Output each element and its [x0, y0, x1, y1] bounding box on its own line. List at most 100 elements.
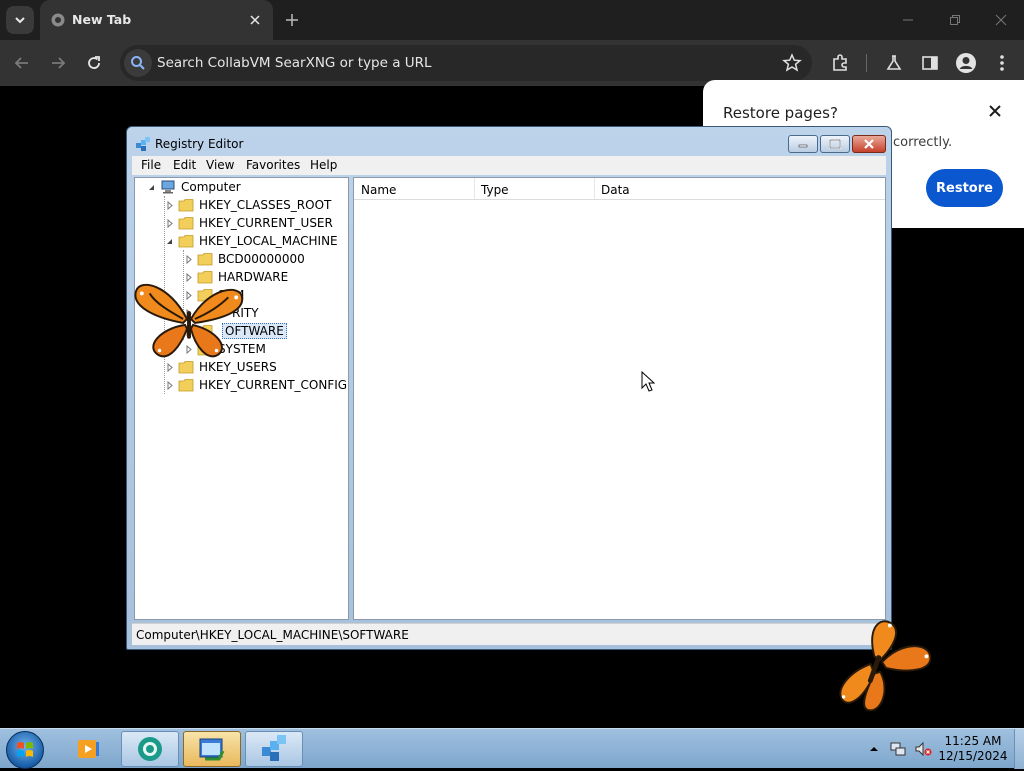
restore-title: Restore pages? [723, 104, 838, 122]
expand-arrow-icon[interactable] [165, 362, 174, 372]
arrow-right-icon [52, 57, 66, 69]
tree-item-hku[interactable]: HKEY_USERS [165, 358, 277, 376]
column-divider[interactable] [594, 178, 595, 199]
menu-edit[interactable]: Edit [173, 158, 196, 172]
avatar-icon [956, 53, 976, 73]
address-bar[interactable]: Search CollabVM SearXNG or type a URL [120, 45, 812, 81]
regedit-close-button[interactable] [852, 135, 886, 153]
tree-item-hkcu[interactable]: HKEY_CURRENT_USER [165, 214, 333, 232]
menu-view[interactable]: View [206, 158, 234, 172]
clock-date: 12/15/2024 [938, 749, 1008, 763]
menu-favorites[interactable]: Favorites [246, 158, 300, 172]
minimize-icon [903, 19, 913, 21]
restore-icon [950, 15, 960, 25]
taskbar-app-teal[interactable] [121, 731, 179, 767]
maximize-icon [829, 139, 841, 149]
side-panel-button[interactable] [916, 49, 944, 77]
taskbar-media-player[interactable] [58, 731, 118, 767]
show-hidden-icons-icon[interactable] [868, 740, 880, 758]
tab-search-button[interactable] [6, 6, 34, 34]
menu-bar: File Edit View Favorites Help [132, 156, 886, 175]
tree-item-hklm[interactable]: HKEY_LOCAL_MACHINE [165, 232, 338, 250]
tree-item-hkcc[interactable]: HKEY_CURRENT_CONFIG [165, 376, 347, 394]
forward-button[interactable] [44, 49, 72, 77]
close-icon [864, 139, 874, 149]
folder-icon [178, 199, 194, 212]
minimize-icon [798, 144, 808, 148]
folder-icon [178, 361, 194, 374]
volume-muted-icon[interactable] [914, 740, 932, 758]
column-header-type[interactable]: Type [481, 183, 509, 197]
folder-open-icon [178, 235, 194, 248]
butterfly-icon [134, 283, 244, 358]
more-vert-icon [1000, 55, 1004, 71]
tab-title: New Tab [72, 12, 132, 27]
system-clock[interactable]: 11:25 AM 12/15/2024 [938, 734, 1008, 764]
expand-arrow-icon[interactable] [165, 200, 174, 210]
extensions-button[interactable] [826, 49, 854, 77]
expand-arrow-icon[interactable] [184, 254, 193, 264]
reload-icon [88, 56, 100, 69]
folder-icon [178, 379, 194, 392]
tree-label: HKEY_LOCAL_MACHINE [199, 234, 338, 248]
plus-icon [286, 14, 298, 26]
expand-arrow-icon[interactable] [165, 380, 174, 390]
status-bar: Computer\HKEY_LOCAL_MACHINE\SOFTWARE [132, 623, 886, 645]
collapse-arrow-icon[interactable] [147, 183, 156, 192]
search-icon [124, 49, 152, 77]
network-icon[interactable] [889, 740, 907, 758]
regedit-icon [136, 137, 150, 151]
start-button[interactable] [6, 731, 44, 769]
registry-editor-window: Registry Editor File Edit View Favorites… [126, 126, 892, 650]
back-button[interactable] [8, 49, 36, 77]
taskbar-registry-editor[interactable] [245, 731, 303, 767]
butterfly-icon [839, 620, 932, 712]
menu-file[interactable]: File [141, 158, 161, 172]
regedit-minimize-button[interactable] [788, 135, 818, 153]
tab-new-tab[interactable]: New Tab [40, 0, 273, 40]
browser-tabstrip: New Tab [0, 0, 1024, 40]
tree-label: HKEY_CLASSES_ROOT [199, 198, 332, 212]
windows-logo-icon [17, 742, 33, 757]
reload-button[interactable] [80, 49, 108, 77]
column-header-name[interactable]: Name [361, 183, 396, 197]
restore-button[interactable]: Restore [926, 169, 1003, 207]
close-icon [995, 14, 1007, 26]
window-close-button[interactable] [981, 6, 1021, 34]
close-icon [250, 15, 260, 25]
new-tab-button[interactable] [280, 8, 304, 32]
folder-icon [178, 217, 194, 230]
tab-close-button[interactable] [245, 10, 265, 30]
profile-button[interactable] [952, 49, 980, 77]
computer-icon [161, 180, 175, 194]
tree-label: HKEY_USERS [199, 360, 277, 374]
close-icon[interactable] [986, 102, 1004, 120]
show-desktop-button[interactable] [1014, 729, 1024, 769]
app-window-icon [199, 738, 225, 761]
regedit-maximize-button[interactable] [820, 135, 850, 153]
globe-icon [51, 13, 65, 27]
tree-label: HKEY_CURRENT_USER [199, 216, 333, 230]
tree-label: Computer [181, 180, 241, 194]
column-divider[interactable] [474, 178, 475, 199]
tree-item-computer[interactable]: Computer [147, 178, 241, 196]
tree-item-hkcr[interactable]: HKEY_CLASSES_ROOT [165, 196, 331, 214]
values-list-pane[interactable]: Name Type Data [353, 177, 886, 620]
taskbar-app-active[interactable] [183, 731, 241, 767]
expand-arrow-icon[interactable] [165, 218, 174, 228]
folder-icon [197, 253, 213, 266]
star-icon[interactable] [782, 53, 802, 73]
column-header-data[interactable]: Data [601, 183, 630, 197]
tree-item-bcd[interactable]: BCD00000000 [184, 250, 305, 268]
taskbar: 11:25 AM 12/15/2024 [0, 728, 1024, 769]
collapse-arrow-icon[interactable] [165, 237, 174, 246]
window-restore-button[interactable] [935, 6, 975, 34]
menu-button[interactable] [988, 49, 1016, 77]
key-tree-pane[interactable]: Computer HKEY_CLASSES_ROOT HKEY_CURRENT_… [134, 177, 349, 620]
window-minimize-button[interactable] [888, 6, 928, 34]
labs-button[interactable] [880, 49, 908, 77]
window-title: Registry Editor [155, 137, 244, 151]
tree-label: BCD00000000 [218, 252, 305, 266]
flask-icon [886, 55, 902, 70]
menu-help[interactable]: Help [310, 158, 337, 172]
